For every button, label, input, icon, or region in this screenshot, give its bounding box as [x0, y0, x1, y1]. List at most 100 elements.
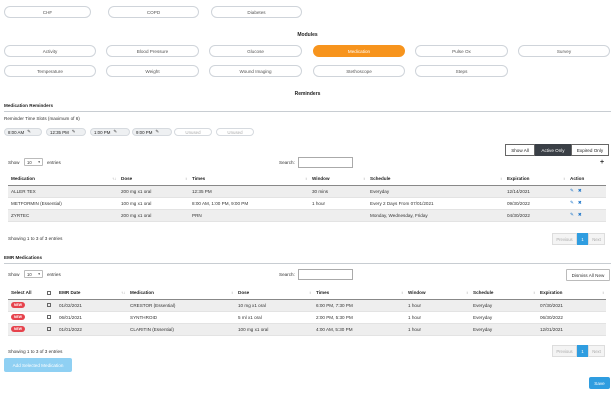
search-input[interactable]: [298, 269, 353, 280]
module-weight[interactable]: Weight: [106, 65, 199, 77]
col-dose[interactable]: Dose ↕: [118, 173, 189, 186]
module-temperature[interactable]: Temperature: [4, 65, 96, 77]
col-schedule[interactable]: Schedule ↕: [367, 173, 504, 186]
entries-select[interactable]: 10 ▾: [24, 270, 43, 278]
col-dose[interactable]: Dose ↕: [235, 287, 313, 300]
col-checkbox: [44, 287, 56, 300]
row-checkbox[interactable]: [47, 327, 51, 332]
col-window[interactable]: Window ↕: [309, 173, 367, 186]
sort-icon: ↕: [401, 290, 403, 295]
delete-x-icon[interactable]: ✖: [578, 200, 582, 205]
cell-checkbox: [44, 299, 56, 312]
divider: [4, 111, 611, 112]
cell-action: ✎ ✖: [567, 209, 606, 222]
sort-icon: ↕: [305, 176, 307, 181]
col-expiration[interactable]: Expiration ↕: [504, 173, 567, 186]
cell-schedule: Monday, Wednesday, Friday: [367, 209, 504, 222]
pencil-icon[interactable]: ✎: [72, 129, 76, 135]
page-1-button[interactable]: 1: [577, 345, 588, 357]
filter-show-all[interactable]: Show All: [505, 144, 535, 156]
sort-icon: ↕: [231, 290, 233, 295]
filter-active-only[interactable]: Active Only: [535, 144, 571, 156]
add-selected-medication-button[interactable]: Add Selected Medication: [4, 358, 72, 372]
entries-value: 10: [27, 271, 32, 277]
edit-pencil-icon[interactable]: ✎: [570, 212, 574, 217]
sort-icon: ↕: [466, 290, 468, 295]
reminder-slot-4[interactable]: 9:00 PM ✎: [132, 128, 172, 136]
condition-copd[interactable]: COPD: [108, 6, 199, 18]
col-schedule[interactable]: Schedule ↕: [470, 287, 537, 300]
module-wound-imaging[interactable]: Wound Imaging: [209, 65, 302, 77]
pencil-icon[interactable]: ✎: [155, 129, 159, 135]
cell-schedule: Everyday: [367, 185, 504, 198]
col-select-all[interactable]: Select All: [8, 287, 44, 300]
col-emr-date[interactable]: EMR Date ↑↓: [56, 287, 127, 300]
cell-window: 1 hour: [405, 299, 470, 312]
reminder-slot-1[interactable]: 8:00 AM ✎: [4, 128, 42, 136]
pencil-icon[interactable]: ✎: [113, 129, 117, 135]
module-glucose[interactable]: Glucose: [209, 45, 302, 57]
reminder-slot-2[interactable]: 12:35 PM ✎: [46, 128, 86, 136]
col-label: Window: [312, 176, 330, 182]
showing-entries: Showing 1 to 3 of 3 entries: [8, 349, 63, 354]
reminder-slot-5-unused[interactable]: Unused: [174, 128, 212, 136]
sort-icon: ↕: [309, 290, 311, 295]
new-badge: NEW: [11, 326, 25, 332]
module-steps[interactable]: Steps: [415, 65, 508, 77]
modules-title: Modules: [297, 32, 318, 38]
next-button[interactable]: Next: [588, 345, 605, 357]
cell-expiration: 12/14/2021: [504, 185, 567, 198]
cell-badge: NEW: [8, 311, 44, 324]
module-pulse-ox[interactable]: Pulse Ox: [415, 45, 508, 57]
table-row: ALLER TEX 200 mg x1 oral 12:35 PM 30 min…: [8, 185, 606, 198]
col-expiration[interactable]: Expiration ↕: [537, 287, 606, 300]
page-1-button[interactable]: 1: [577, 233, 588, 245]
pencil-icon[interactable]: ✎: [27, 129, 31, 135]
delete-x-icon[interactable]: ✖: [578, 212, 582, 217]
divider: [4, 263, 611, 264]
condition-diabetes[interactable]: Diabetes: [211, 6, 302, 18]
cell-medication: CRESTOR (Essential): [127, 299, 235, 312]
cell-dose: 100 mg x1 oral: [235, 323, 313, 336]
module-blood-pressure[interactable]: Blood Pressure: [106, 45, 199, 57]
edit-pencil-icon[interactable]: ✎: [570, 188, 574, 193]
entries-select[interactable]: 10 ▾: [24, 158, 43, 166]
row-checkbox[interactable]: [47, 303, 51, 308]
module-survey[interactable]: Survey: [518, 45, 610, 57]
slot-time: 1:00 PM: [94, 129, 111, 135]
pagination: Previous 1 Next: [552, 345, 605, 357]
emr-table: Select All EMR Date ↑↓ Medication ↕ Dose ↕ …: [8, 287, 606, 336]
delete-x-icon[interactable]: ✖: [578, 188, 582, 193]
col-label: Times: [316, 290, 330, 296]
col-window[interactable]: Window ↕: [405, 287, 470, 300]
cell-badge: NEW: [8, 299, 44, 312]
col-times[interactable]: Times ↕: [189, 173, 309, 186]
module-stethoscope[interactable]: Stethoscope: [313, 65, 405, 77]
cell-times: 8:00 AM, 1:00 PM, 9:00 PM: [189, 197, 309, 210]
module-activity[interactable]: Activity: [4, 45, 96, 57]
module-medication[interactable]: Medication: [313, 45, 405, 57]
dismiss-all-new-button[interactable]: Dismiss All New: [566, 269, 610, 281]
col-medication[interactable]: Medication ↑↓: [8, 173, 118, 186]
col-medication[interactable]: Medication ↕: [127, 287, 235, 300]
cell-expiration: 06/30/2022: [537, 311, 606, 324]
filter-expired-only[interactable]: Expired Only: [571, 144, 609, 156]
chevron-down-icon: ▾: [38, 160, 40, 164]
condition-chf[interactable]: CHF: [4, 6, 91, 18]
col-times[interactable]: Times ↕: [313, 287, 405, 300]
reminder-slot-3[interactable]: 1:00 PM ✎: [90, 128, 130, 136]
slots-label: Reminder Time Slots (maximum of 6): [4, 116, 80, 121]
cell-times: 4:00 AM, 5:30 PM: [313, 323, 405, 336]
add-reminder-icon[interactable]: +: [600, 159, 604, 166]
search-input[interactable]: [298, 157, 353, 168]
reminder-slot-6-unused[interactable]: Unused: [216, 128, 254, 136]
cell-dose: 5 ml x1 oral: [235, 311, 313, 324]
show-label: Show: [8, 160, 20, 165]
row-checkbox[interactable]: [47, 315, 51, 320]
next-button[interactable]: Next: [588, 233, 605, 245]
previous-button[interactable]: Previous: [552, 345, 577, 357]
edit-pencil-icon[interactable]: ✎: [570, 200, 574, 205]
select-all-checkbox[interactable]: [47, 291, 51, 296]
save-button[interactable]: Save: [589, 377, 610, 389]
previous-button[interactable]: Previous: [552, 233, 577, 245]
